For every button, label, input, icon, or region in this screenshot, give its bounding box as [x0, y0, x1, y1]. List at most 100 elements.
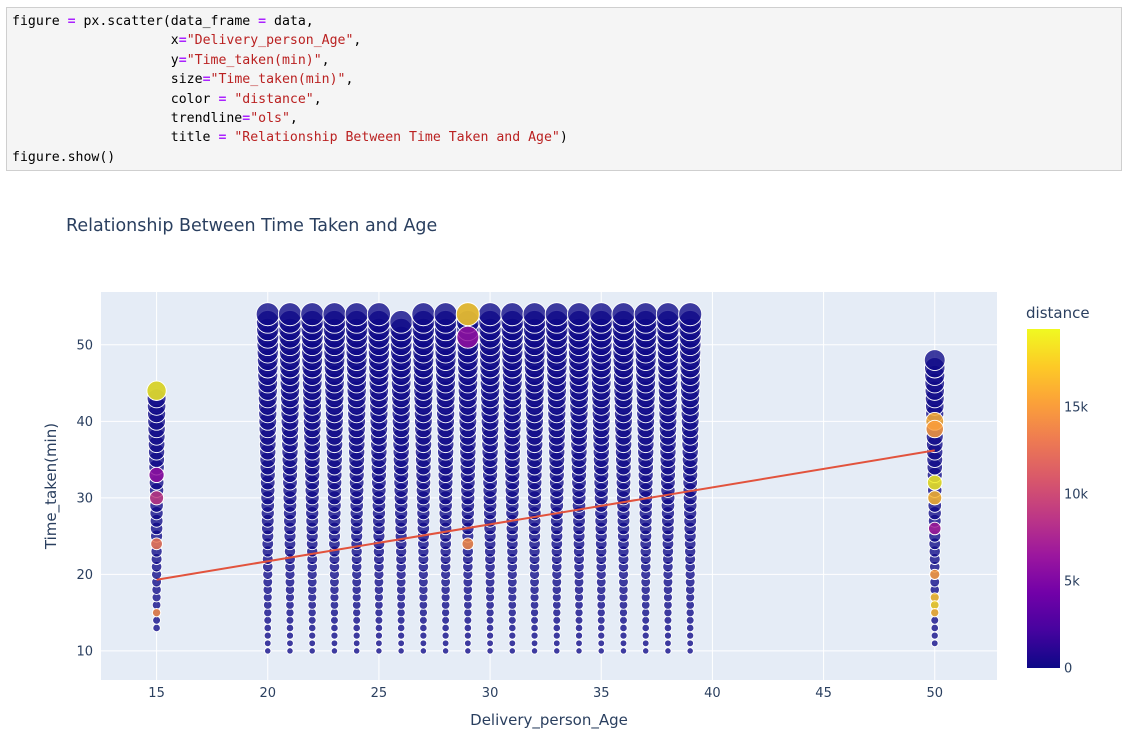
scatter-point [485, 623, 495, 633]
scatter-point [574, 623, 584, 633]
scatter-point [619, 623, 628, 633]
scatter-point [930, 639, 939, 648]
scatter-point [508, 631, 517, 640]
x-tick-label: 50 [926, 686, 943, 701]
scatter-point [530, 631, 539, 640]
scatter-point [344, 302, 369, 327]
scatter-point [330, 615, 339, 625]
scatter-point [686, 639, 695, 648]
scatter-point [463, 615, 473, 625]
scatter-point [552, 623, 562, 633]
scatter-point [589, 302, 614, 327]
scatter-point [374, 631, 383, 640]
scatter-point [396, 623, 406, 633]
scatter-point [553, 647, 561, 655]
scatter-point [396, 615, 406, 625]
colorbar [1027, 329, 1060, 668]
scatter-point [277, 302, 302, 327]
scatter-point [352, 631, 361, 640]
scatter-point [463, 623, 473, 633]
x-axis-title: Delivery_person_Age [470, 711, 628, 730]
scatter-point [330, 623, 339, 633]
scatter-point [664, 639, 672, 648]
scatter-point [633, 302, 658, 327]
colorbar-tick-label: 15k [1064, 401, 1089, 416]
scatter-point [508, 639, 517, 648]
scatter-point [389, 310, 413, 334]
scatter-point [352, 639, 361, 648]
scatter-point [308, 647, 316, 655]
y-tick-label: 50 [76, 338, 93, 353]
scatter-point [486, 647, 494, 655]
scatter-point [374, 623, 384, 633]
x-tick-label: 40 [704, 686, 721, 701]
colorbar-tick-label: 0 [1064, 662, 1072, 677]
scatter-point [352, 615, 362, 625]
scatter-point-highlight [148, 466, 165, 483]
scatter-point-highlight [151, 608, 162, 618]
scatter-point [419, 639, 428, 648]
scatter-point [685, 623, 695, 633]
scatter-point [419, 631, 428, 640]
scatter-point [486, 631, 495, 640]
scatter-point [152, 615, 161, 625]
scatter-point [478, 302, 503, 327]
scatter-point [552, 631, 561, 640]
scatter-point [641, 639, 650, 648]
scatter-point [930, 623, 939, 633]
scatter-point [285, 631, 295, 640]
scatter-point-highlight [455, 302, 480, 327]
scatter-point [641, 631, 650, 640]
scatter-point [366, 302, 391, 327]
scatter-point [597, 623, 606, 633]
scatter-point [352, 623, 361, 633]
scatter-point [655, 302, 680, 327]
scatter-point [619, 647, 628, 655]
scatter-point [330, 647, 339, 655]
scatter-point [686, 631, 695, 640]
scatter-point-highlight [461, 537, 475, 551]
scatter-point [463, 631, 472, 640]
scatter-point-highlight [930, 608, 940, 618]
scatter-point [508, 647, 516, 655]
scatter-point [641, 623, 650, 633]
scatter-point [575, 647, 583, 655]
scatter-point [264, 647, 272, 655]
scatter-point [419, 647, 428, 655]
scatter-point [597, 647, 605, 655]
scatter-point [308, 631, 317, 640]
scatter-point [285, 623, 295, 633]
scatter-point [441, 639, 450, 648]
scatter-point [930, 615, 940, 625]
scatter-point [286, 639, 294, 648]
x-tick-label: 20 [259, 686, 276, 701]
scatter-point [353, 647, 361, 655]
scatter-point [685, 615, 695, 625]
scatter-point [508, 623, 517, 633]
scatter-point [544, 302, 569, 327]
scatter-point [152, 623, 161, 633]
scatter-point [486, 639, 494, 648]
scatter-point [330, 631, 339, 640]
scatter-point [575, 639, 583, 648]
scatter-point [255, 302, 280, 327]
scatter-point [522, 302, 547, 327]
scatter-point [322, 302, 347, 327]
scatter-point [530, 623, 539, 633]
scatter-point [597, 639, 606, 648]
scatter-point [441, 647, 450, 655]
scatter-point-highlight [150, 537, 163, 551]
scatter-point [307, 623, 317, 633]
colorbar-title: distance [1026, 304, 1090, 322]
scatter-point [597, 631, 606, 640]
scatter-point [596, 615, 606, 625]
scatter-point [641, 615, 651, 625]
scatter-point [308, 639, 317, 648]
scatter-point [619, 639, 628, 648]
scatter-point [464, 639, 472, 648]
scatter-point [663, 615, 673, 625]
scatter-point [663, 631, 672, 640]
scatter-point [619, 631, 628, 640]
y-tick-label: 40 [76, 415, 93, 430]
scatter-point [663, 623, 673, 633]
